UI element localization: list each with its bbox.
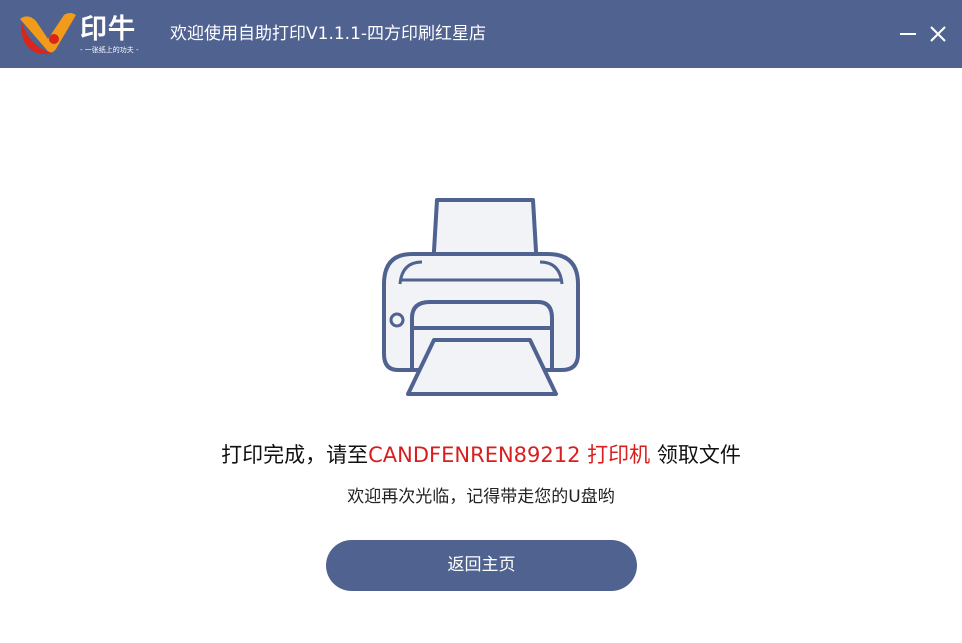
status-prefix: 打印完成，请至 xyxy=(221,443,369,467)
window-title: 欢迎使用自助打印V1.1.1-四方印刷红星店 xyxy=(170,24,487,44)
printer-icon xyxy=(382,198,580,396)
status-suffix: 领取文件 xyxy=(650,443,741,467)
printer-name: CANDFENREN89212 打印机 xyxy=(368,443,651,467)
logo-slogan: - 一张纸上的功夫 - xyxy=(80,46,139,54)
app-window: 印牛 - 一张纸上的功夫 - 欢迎使用自助打印V1.1.1-四方印刷红星店 打印… xyxy=(0,0,962,643)
app-logo: 印牛 - 一张纸上的功夫 - xyxy=(18,9,148,59)
minimize-icon xyxy=(900,33,916,35)
title-bar: 印牛 - 一张纸上的功夫 - 欢迎使用自助打印V1.1.1-四方印刷红星店 xyxy=(0,0,962,68)
close-button[interactable] xyxy=(928,22,948,46)
farewell-message: 欢迎再次光临，记得带走您的U盘哟 xyxy=(347,487,615,507)
logo-text: 印牛 xyxy=(80,14,136,45)
print-status-message: 打印完成，请至CANDFENREN89212 打印机 领取文件 xyxy=(0,440,962,470)
close-icon xyxy=(930,26,946,42)
minimize-button[interactable] xyxy=(898,22,918,46)
return-home-button[interactable]: 返回主页 xyxy=(326,540,637,591)
